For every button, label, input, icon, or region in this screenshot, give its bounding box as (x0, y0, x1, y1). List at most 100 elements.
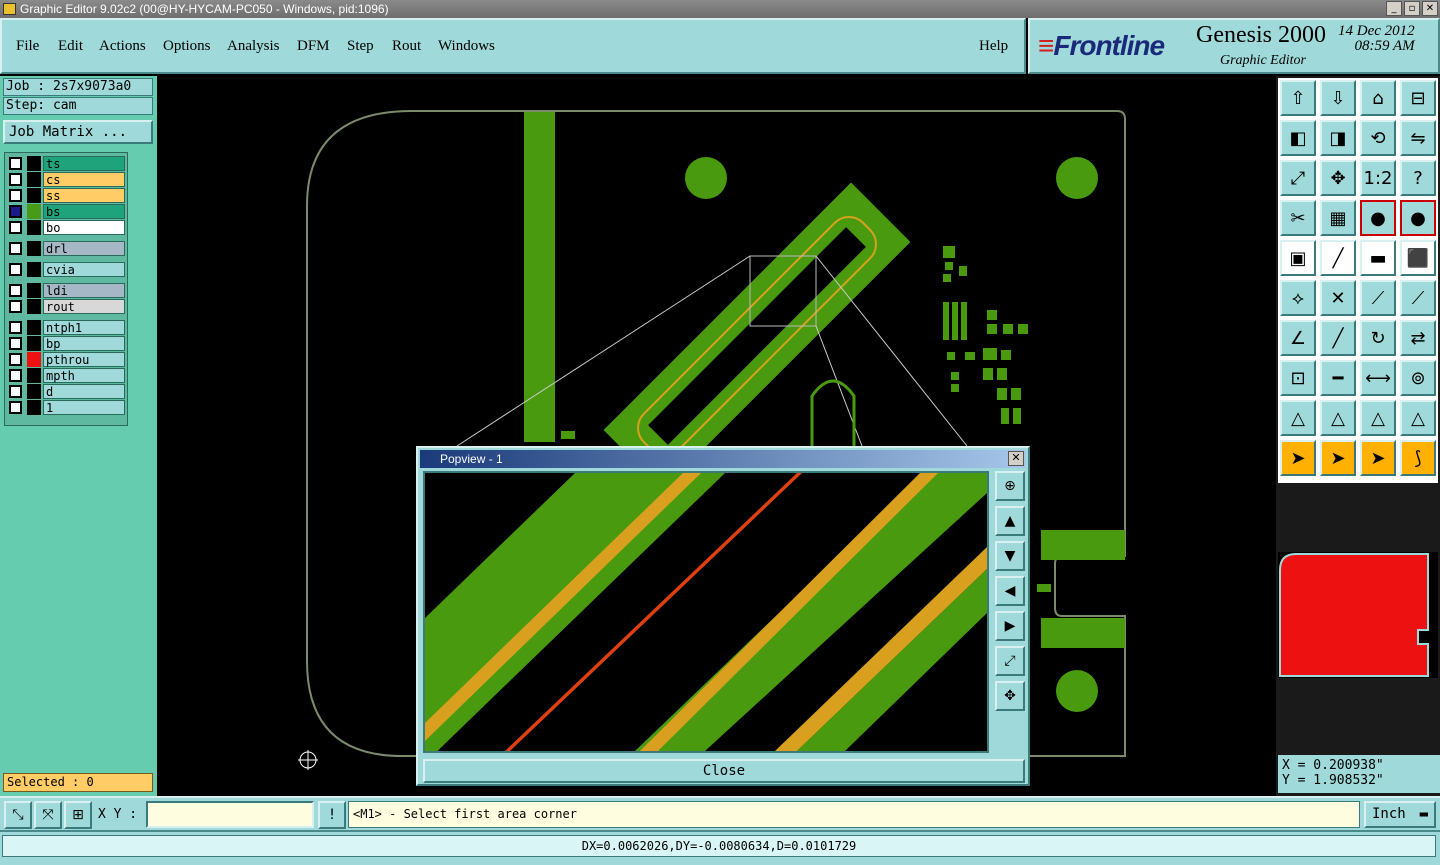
line-icon[interactable]: ╱ (1320, 240, 1356, 276)
pointer-fill-icon[interactable]: ➤ (1360, 440, 1396, 476)
layer-row-mpth[interactable]: mpth (7, 368, 127, 383)
job-matrix-button[interactable]: Job Matrix ... (3, 120, 153, 144)
pan-left-icon[interactable]: ◧ (1280, 120, 1316, 156)
measure-up-icon[interactable]: ⇧ (1280, 80, 1316, 116)
popview-zoom-in-icon[interactable]: ⊕ (995, 471, 1025, 501)
layer-checkbox[interactable] (9, 189, 22, 202)
menu-rout[interactable]: Rout (392, 38, 421, 55)
grid-icon[interactable]: ▦ (1320, 200, 1356, 236)
pointer-box-icon[interactable]: ➤ (1320, 440, 1356, 476)
node-icon[interactable]: ⟋ (1360, 280, 1396, 316)
home-icon[interactable]: ⌂ (1360, 80, 1396, 116)
unit-select[interactable]: Inch ▬ (1364, 801, 1436, 828)
text-icon[interactable]: ⇄ (1400, 320, 1436, 356)
layer-row-ldi[interactable]: ldi (7, 283, 127, 298)
popview-close-icon[interactable]: ✕ (1008, 451, 1024, 466)
grid-snap-icon[interactable]: ⊞ (64, 801, 92, 829)
popview-center-icon[interactable]: ✥ (995, 681, 1025, 711)
triangle-icon[interactable]: △ (1280, 400, 1316, 436)
popview-pan-right-icon[interactable]: ▶ (995, 611, 1025, 641)
measure-icon[interactable]: ⤧ (34, 801, 62, 829)
traffic-light-red-icon[interactable]: ● (1400, 200, 1436, 236)
feature-icon[interactable]: ▣ (1280, 240, 1316, 276)
layer-checkbox[interactable] (9, 221, 22, 234)
popview-canvas[interactable] (423, 471, 989, 753)
triangle-d-icon[interactable]: △ (1400, 400, 1436, 436)
intersect-icon[interactable]: ✕ (1320, 280, 1356, 316)
zoom-center-icon[interactable]: ✥ (1320, 160, 1356, 196)
menu-file[interactable]: File (16, 38, 39, 55)
menu-dfm[interactable]: DFM (297, 38, 330, 55)
close-window-button[interactable]: ✕ (1422, 1, 1438, 16)
menu-help[interactable]: Help (979, 38, 1008, 55)
layer-checkbox[interactable] (9, 300, 22, 313)
overview-map[interactable] (1278, 552, 1438, 678)
zoom-area-icon[interactable]: ⤡ (4, 801, 32, 829)
layer-row-cvia[interactable]: cvia (7, 262, 127, 277)
layer-row-ntph1[interactable]: ntph1 (7, 320, 127, 335)
layer-checkbox[interactable] (9, 337, 22, 350)
mirror-icon[interactable]: ⇋ (1400, 120, 1436, 156)
pan-right-icon[interactable]: ◨ (1320, 120, 1356, 156)
zoom-fit-icon[interactable]: ⤢ (1280, 160, 1316, 196)
cluster-icon[interactable]: ⊚ (1400, 360, 1436, 396)
layer-row-ts[interactable]: ts (7, 156, 127, 171)
popview-fit-icon[interactable]: ⤢ (995, 646, 1025, 676)
maximize-button[interactable]: ▫ (1404, 1, 1420, 16)
segment-icon[interactable]: ━ (1320, 360, 1356, 396)
angle-icon[interactable]: ∠ (1280, 320, 1316, 356)
arc-icon[interactable]: ↻ (1360, 320, 1396, 356)
layer-row-bs[interactable]: bs (7, 204, 127, 219)
edge-icon[interactable]: ⟋ (1400, 280, 1436, 316)
pointer-icon[interactable]: ➤ (1280, 440, 1316, 476)
ruler-icon[interactable]: ▬ (1360, 240, 1396, 276)
help-icon[interactable]: ? (1400, 160, 1436, 196)
snap-icon[interactable]: ✂ (1280, 200, 1316, 236)
layer-row-rout[interactable]: rout (7, 299, 127, 314)
popview-pan-down-icon[interactable]: ▼ (995, 541, 1025, 571)
point-icon[interactable]: ⊡ (1280, 360, 1316, 396)
layer-checkbox[interactable] (9, 385, 22, 398)
layer-checkbox[interactable] (9, 284, 22, 297)
layer-row-cs[interactable]: cs (7, 172, 127, 187)
layer-row-pthrou[interactable]: pthrou (7, 352, 127, 367)
layer-checkbox[interactable] (9, 242, 22, 255)
layer-checkbox[interactable] (9, 321, 22, 334)
layer-checkbox[interactable] (9, 401, 22, 414)
layer-checkbox[interactable] (9, 369, 22, 382)
triangle-b-icon[interactable]: △ (1320, 400, 1356, 436)
popview-close-button[interactable]: Close (423, 759, 1025, 783)
layout-icon[interactable]: ⊟ (1400, 80, 1436, 116)
layer-row-d[interactable]: d (7, 384, 127, 399)
layer-row-bo[interactable]: bo (7, 220, 127, 235)
traffic-light-icon[interactable]: ● (1360, 200, 1396, 236)
connect-icon[interactable]: ⟡ (1280, 280, 1316, 316)
triangle-c-icon[interactable]: △ (1360, 400, 1396, 436)
layer-row-1[interactable]: 1 (7, 400, 127, 415)
menu-edit[interactable]: Edit (58, 38, 83, 55)
menu-analysis[interactable]: Analysis (227, 38, 280, 55)
layer-checkbox[interactable] (9, 205, 22, 218)
layer-row-bp[interactable]: bp (7, 336, 127, 351)
layer-checkbox[interactable] (9, 157, 22, 170)
pad-icon[interactable]: ⬛ (1400, 240, 1436, 276)
menu-step[interactable]: Step (347, 38, 374, 55)
layer-row-ss[interactable]: ss (7, 188, 127, 203)
menu-actions[interactable]: Actions (99, 38, 146, 55)
dimension-icon[interactable]: ⟷ (1360, 360, 1396, 396)
pointer-chain-icon[interactable]: ⟆ (1400, 440, 1436, 476)
menu-options[interactable]: Options (163, 38, 211, 55)
layer-checkbox[interactable] (9, 263, 22, 276)
scale-1to2-icon[interactable]: 1:2 (1360, 160, 1396, 196)
layer-checkbox[interactable] (9, 353, 22, 366)
info-button[interactable]: ! (318, 801, 346, 829)
layer-checkbox[interactable] (9, 173, 22, 186)
measure-down-icon[interactable]: ⇩ (1320, 80, 1356, 116)
layer-row-drl[interactable]: drl (7, 241, 127, 256)
popview-pan-left-icon[interactable]: ◀ (995, 576, 1025, 606)
popview-pan-up-icon[interactable]: ▲ (995, 506, 1025, 536)
rotate-icon[interactable]: ⟲ (1360, 120, 1396, 156)
menu-windows[interactable]: Windows (438, 38, 495, 55)
minimize-button[interactable]: _ (1386, 1, 1402, 16)
xy-input[interactable] (146, 801, 314, 828)
